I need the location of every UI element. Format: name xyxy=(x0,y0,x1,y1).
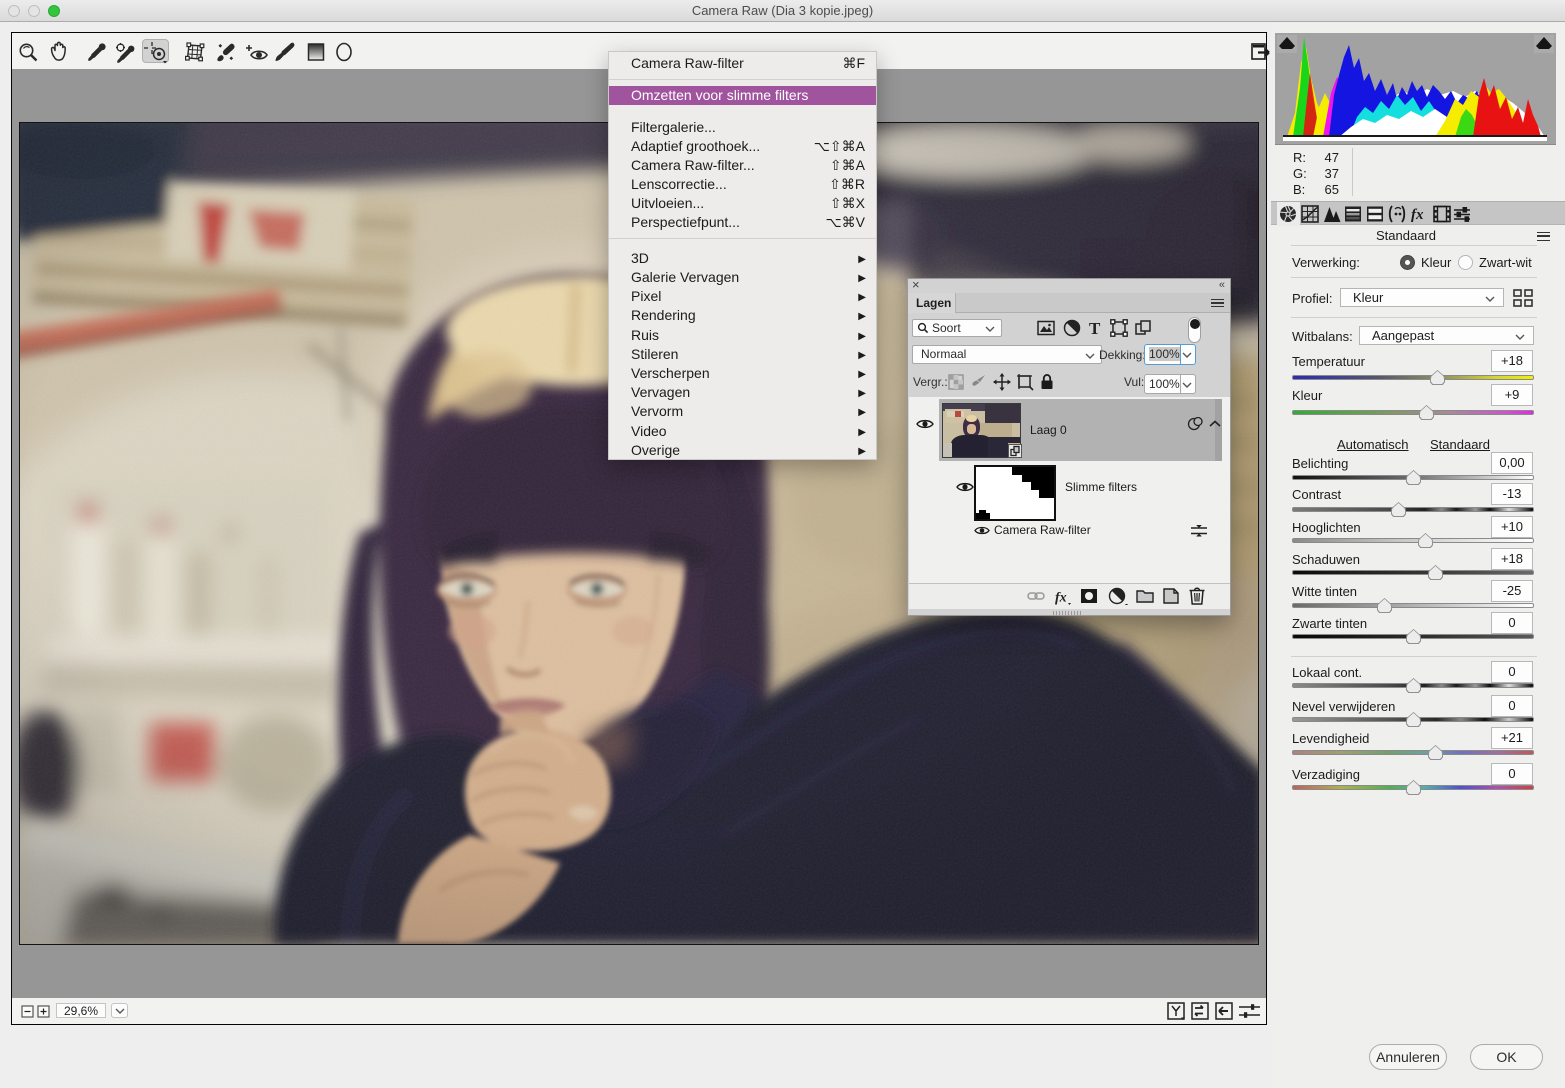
svg-text:fx: fx xyxy=(1055,591,1067,606)
svg-text:fx: fx xyxy=(1411,207,1424,223)
svg-text:T: T xyxy=(1089,319,1101,338)
